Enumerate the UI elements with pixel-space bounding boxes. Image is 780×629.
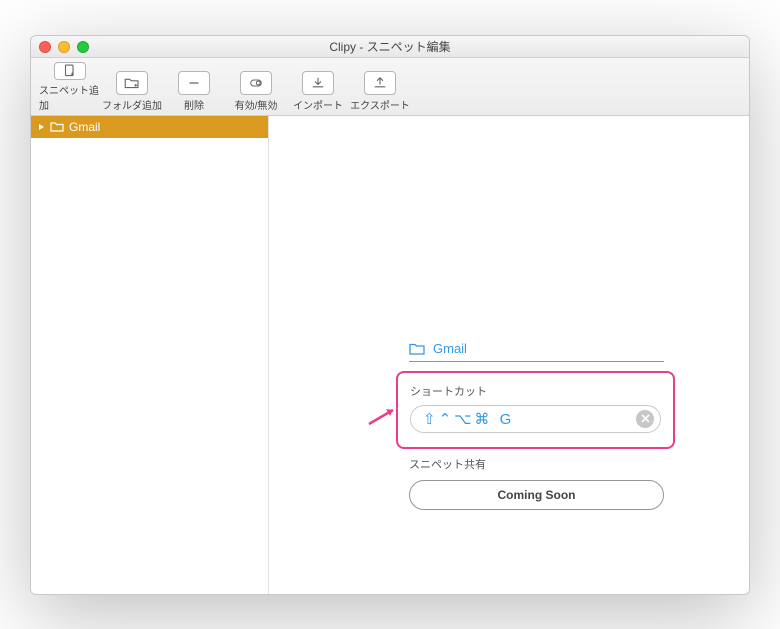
button-label: Coming Soon — [498, 488, 576, 502]
minus-icon — [178, 71, 210, 95]
add-snippet-button[interactable]: スニペット追加 — [39, 62, 101, 112]
folder-name-field[interactable]: Gmail — [409, 341, 664, 362]
toolbar-label: フォルダ追加 — [102, 97, 162, 112]
sidebar-item-label: Gmail — [69, 120, 100, 134]
toolbar-label: 有効/無効 — [235, 97, 278, 112]
export-button[interactable]: エクスポート — [349, 62, 411, 112]
zoom-button[interactable] — [77, 41, 89, 53]
add-folder-button[interactable]: フォルダ追加 — [101, 62, 163, 112]
toggle-icon — [240, 71, 272, 95]
folder-icon — [409, 342, 425, 355]
shortcut-field[interactable]: ⇧⌃⌥⌘ G — [410, 405, 661, 433]
minimize-button[interactable] — [58, 41, 70, 53]
export-icon — [364, 71, 396, 95]
toolbar-label: インポート — [293, 97, 343, 112]
detail-pane: Gmail ショートカット ⇧⌃⌥⌘ G スニペット共有 Coming Soon — [269, 116, 749, 594]
close-button[interactable] — [39, 41, 51, 53]
toolbar-label: エクスポート — [350, 97, 410, 112]
folder-icon — [50, 121, 64, 132]
toolbar-label: スニペット追加 — [39, 82, 101, 112]
snippet-editor-window: Clipy - スニペット編集 スニペット追加 フォルダ追加 削除 有効/無効 … — [30, 35, 750, 595]
sidebar-item-gmail[interactable]: Gmail — [31, 116, 268, 138]
import-icon — [302, 71, 334, 95]
window-title: Clipy - スニペット編集 — [329, 38, 450, 55]
toggle-enabled-button[interactable]: 有効/無効 — [225, 62, 287, 112]
file-plus-icon — [54, 62, 86, 80]
share-label: スニペット共有 — [409, 456, 664, 472]
coming-soon-button[interactable]: Coming Soon — [409, 480, 664, 510]
body: Gmail Gmail ショートカット ⇧⌃⌥⌘ G スニペット共有 Comin… — [31, 116, 749, 594]
delete-button[interactable]: 削除 — [163, 62, 225, 112]
import-button[interactable]: インポート — [287, 62, 349, 112]
share-section: スニペット共有 Coming Soon — [409, 456, 664, 510]
folder-plus-icon — [116, 71, 148, 95]
folder-name-text: Gmail — [433, 341, 467, 356]
titlebar: Clipy - スニペット編集 — [31, 36, 749, 58]
shortcut-section-highlight: ショートカット ⇧⌃⌥⌘ G — [396, 371, 675, 449]
disclosure-triangle-icon[interactable] — [37, 123, 45, 131]
traffic-lights — [39, 41, 89, 53]
clear-shortcut-button[interactable] — [636, 410, 654, 428]
sidebar: Gmail — [31, 116, 269, 594]
toolbar: スニペット追加 フォルダ追加 削除 有効/無効 インポート エクスポート — [31, 58, 749, 116]
shortcut-label: ショートカット — [410, 383, 661, 399]
shortcut-value: ⇧⌃⌥⌘ G — [423, 410, 636, 428]
annotation-arrow-icon — [367, 404, 399, 428]
toolbar-label: 削除 — [184, 97, 204, 112]
